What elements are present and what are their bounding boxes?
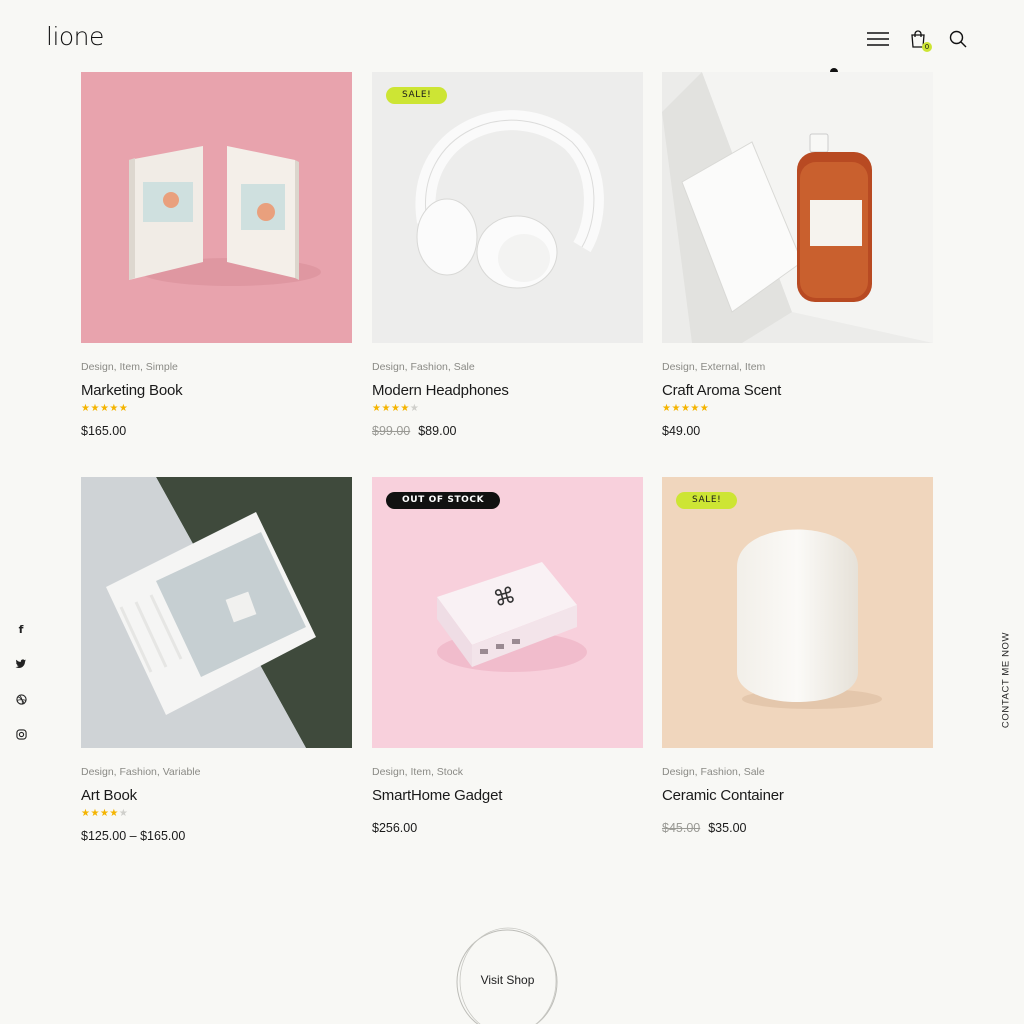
product-price: $256.00 (372, 821, 643, 835)
price-current: $49.00 (662, 424, 701, 438)
product-card[interactable]: Design, Fashion, Variable Art Book ★★★★★… (81, 477, 352, 843)
product-price: $165.00 (81, 424, 352, 438)
sale-badge: Sale! (676, 492, 738, 509)
star-filled-icon: ★ (99, 808, 110, 819)
star-filled-icon: ★ (99, 403, 110, 414)
rating-stars: ★★★★★ (372, 403, 643, 415)
instagram-icon[interactable] (14, 727, 28, 741)
product-image[interactable] (81, 72, 352, 343)
visit-shop-label: Visit Shop (480, 973, 535, 987)
menu-icon[interactable] (866, 27, 890, 51)
star-filled-icon: ★ (109, 808, 119, 819)
product-card[interactable]: Design, Item, Simple Marketing Book ★★★★… (81, 72, 352, 438)
price-current: $165.00 (81, 424, 127, 438)
visit-shop-button[interactable]: Visit Shop (455, 926, 560, 1024)
out-of-stock-badge: Out of stock (386, 492, 501, 509)
rating-stars: ★★★★★ (662, 403, 933, 415)
social-links: f (14, 622, 28, 741)
product-image[interactable] (662, 72, 933, 343)
product-title[interactable]: SmartHome Gadget (372, 787, 643, 804)
rating-stars: ★★★★★ (81, 403, 352, 415)
product-title[interactable]: Art Book (81, 787, 352, 804)
product-image[interactable] (81, 477, 352, 748)
star-filled-icon: ★ (680, 403, 691, 414)
product-image[interactable]: Sale! (662, 477, 933, 748)
site-logo[interactable]: lione (46, 22, 104, 51)
star-empty-icon: ★ (409, 403, 420, 414)
star-filled-icon: ★ (381, 403, 391, 414)
product-title[interactable]: Marketing Book (81, 382, 352, 399)
star-filled-icon: ★ (671, 403, 681, 414)
price-old: $99.00 (372, 424, 411, 438)
twitter-icon[interactable] (14, 657, 28, 671)
star-filled-icon: ★ (90, 403, 100, 414)
product-price: $49.00 (662, 424, 933, 438)
product-categories[interactable]: Design, External, Item (662, 361, 933, 373)
price-old: $45.00 (662, 821, 701, 835)
product-title[interactable]: Modern Headphones (372, 382, 643, 399)
search-icon[interactable] (946, 27, 970, 51)
product-card[interactable]: Sale! Design, Fashion, Sale Modern Headp… (372, 72, 643, 438)
star-filled-icon: ★ (690, 403, 700, 414)
product-categories[interactable]: Design, Fashion, Sale (372, 361, 643, 373)
product-price: $125.00 – $165.00 (81, 829, 352, 843)
price-current: $35.00 (708, 821, 747, 835)
cart-count-badge: 0 (922, 42, 932, 52)
price-current: $125.00 – $165.00 (81, 829, 186, 843)
product-title[interactable]: Craft Aroma Scent (662, 382, 933, 399)
product-price: $45.00 $35.00 (662, 821, 933, 835)
product-price: $99.00 $89.00 (372, 424, 643, 438)
dribbble-icon[interactable] (14, 692, 28, 706)
star-filled-icon: ★ (90, 808, 100, 819)
star-filled-icon: ★ (109, 403, 119, 414)
product-categories[interactable]: Design, Item, Stock (372, 766, 643, 778)
product-card[interactable]: Sale! Design, Fashion, Sale Ceramic Cont… (662, 477, 933, 835)
product-card[interactable]: ⌘ Out of stock Design, Item, Stock Smart… (372, 477, 643, 835)
price-current: $256.00 (372, 821, 418, 835)
bag-icon[interactable]: 0 (906, 27, 932, 52)
star-filled-icon: ★ (699, 403, 710, 414)
product-categories[interactable]: Design, Fashion, Variable (81, 766, 352, 778)
star-empty-icon: ★ (118, 808, 129, 819)
product-title[interactable]: Ceramic Container (662, 787, 933, 804)
star-filled-icon: ★ (390, 403, 401, 414)
header-actions: 0 (866, 27, 970, 52)
product-categories[interactable]: Design, Item, Simple (81, 361, 352, 373)
product-card[interactable]: Design, External, Item Craft Aroma Scent… (662, 72, 933, 438)
product-image[interactable]: ⌘ Out of stock (372, 477, 643, 748)
contact-link[interactable]: CONTACT ME NOW (1001, 632, 1012, 728)
product-image[interactable]: Sale! (372, 72, 643, 343)
star-filled-icon: ★ (118, 403, 129, 414)
facebook-icon[interactable]: f (14, 622, 28, 636)
sale-badge: Sale! (386, 87, 448, 104)
star-filled-icon: ★ (400, 403, 410, 414)
product-categories[interactable]: Design, Fashion, Sale (662, 766, 933, 778)
price-current: $89.00 (418, 424, 457, 438)
rating-stars: ★★★★★ (81, 808, 352, 820)
